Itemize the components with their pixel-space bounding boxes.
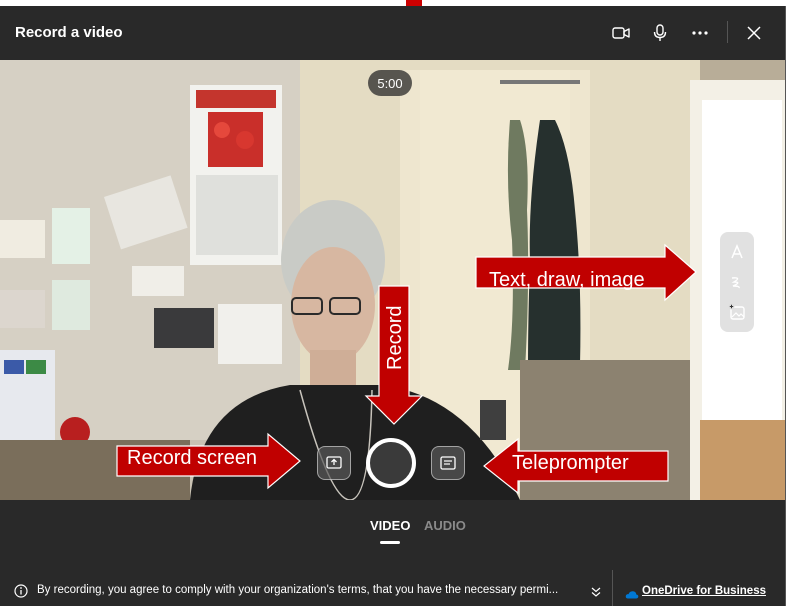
- dialog-header: Record a video: [0, 6, 785, 60]
- header-divider: [727, 21, 728, 43]
- more-options-button[interactable]: [686, 19, 714, 47]
- tab-video[interactable]: VIDEO: [370, 518, 410, 533]
- info-icon: [14, 584, 28, 598]
- active-tab-indicator: [380, 541, 400, 544]
- camera-preview: 5:00 Text, draw, image Record Record scr…: [0, 60, 785, 500]
- callout-text-draw-image: Text, draw, image: [489, 269, 645, 291]
- dialog-footer: By recording, you agree to comply with y…: [0, 566, 785, 606]
- callout-record-screen: Record screen: [127, 447, 258, 469]
- terms-disclaimer: By recording, you agree to comply with y…: [37, 584, 559, 596]
- callout-record: Record: [384, 305, 406, 370]
- callout-teleprompter: Teleprompter: [512, 452, 629, 474]
- footer-divider: [612, 570, 613, 606]
- callout-arrows: [116, 243, 697, 495]
- camera-button[interactable]: [607, 19, 635, 47]
- onedrive-link[interactable]: OneDrive for Business: [642, 585, 766, 597]
- microphone-button[interactable]: [646, 19, 674, 47]
- dialog-title: Record a video: [15, 24, 123, 41]
- mode-tabs: VIDEO AUDIO: [0, 500, 785, 560]
- tab-audio[interactable]: AUDIO: [424, 518, 466, 533]
- more-icon: [692, 31, 708, 35]
- record-video-dialog: Record a video 5:00 Text, draw, image Re…: [0, 6, 786, 606]
- onedrive-cloud-icon: [625, 591, 639, 599]
- close-icon: [747, 26, 761, 40]
- microphone-icon: [653, 24, 667, 41]
- camera-icon: [612, 27, 630, 39]
- expand-chevron-icon[interactable]: [590, 586, 602, 598]
- close-button[interactable]: [740, 19, 768, 47]
